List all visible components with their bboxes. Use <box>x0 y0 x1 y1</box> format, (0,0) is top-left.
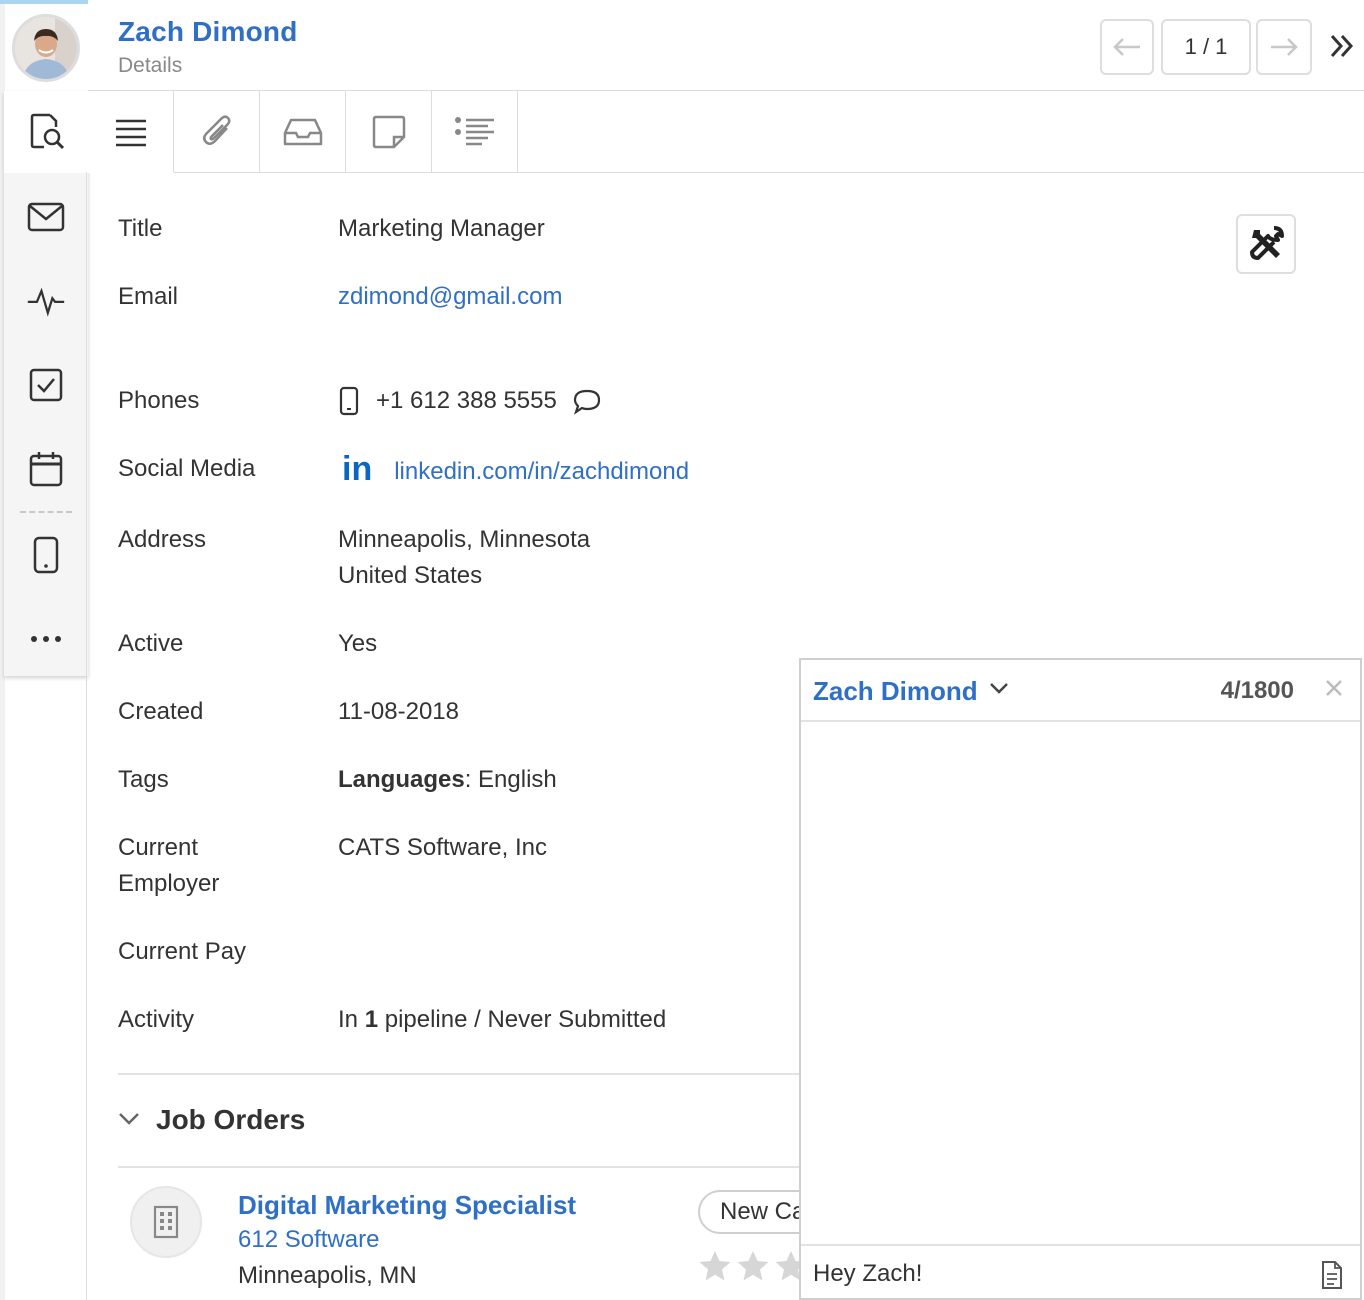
employer-label-line-2: Employer <box>118 870 220 897</box>
page-subtitle: Details <box>118 54 183 77</box>
close-popup-button[interactable] <box>1324 678 1344 698</box>
tab-details[interactable] <box>88 91 174 173</box>
bullet-list-icon <box>454 116 494 145</box>
rating-stars[interactable] <box>698 1250 808 1282</box>
close-icon <box>1326 680 1342 696</box>
mobile-phone-icon[interactable] <box>26 535 66 575</box>
next-record-button[interactable] <box>1256 19 1312 75</box>
phones-label: Phones <box>118 387 200 414</box>
calendar-icon[interactable] <box>26 449 66 489</box>
email-link[interactable]: zdimond@gmail.com <box>338 279 562 315</box>
tab-attachments[interactable] <box>174 91 260 173</box>
activity-suffix: pipeline / Never Submitted <box>378 1006 667 1033</box>
email-label: Email <box>118 283 179 310</box>
phone-number[interactable]: +1 612 388 5555 <box>376 383 557 419</box>
tab-notes[interactable] <box>346 91 432 173</box>
employer-label-line-1: Current <box>118 834 199 861</box>
rail-divider <box>20 511 72 513</box>
active-value: Yes <box>338 630 378 657</box>
avatar-photo-icon <box>15 17 77 79</box>
top-accent-strip <box>0 0 88 4</box>
envelope-icon[interactable] <box>26 197 66 237</box>
list-lines-icon <box>115 119 146 146</box>
paperclip-icon <box>202 114 231 145</box>
job-order-company-link[interactable]: 612 Software <box>238 1226 379 1254</box>
title-value: Marketing Manager <box>338 215 545 242</box>
tag-key: Languages <box>338 766 465 793</box>
inbox-tray-icon <box>283 118 322 145</box>
left-rail <box>4 91 88 676</box>
star-icon[interactable] <box>698 1250 732 1282</box>
activity-prefix: In <box>338 1006 365 1033</box>
address-label: Address <box>118 526 207 553</box>
sticky-note-icon <box>372 115 405 148</box>
template-button[interactable] <box>1320 1260 1344 1290</box>
detail-tabs <box>88 91 518 173</box>
previous-record-button[interactable] <box>1100 19 1154 75</box>
record-header: Zach Dimond Details 1 / 1 <box>12 0 1364 91</box>
address-line-1: Minneapolis, Minnesota <box>338 526 591 553</box>
pipeline-count: 1 <box>364 1006 379 1033</box>
message-input[interactable]: Hey Zach! <box>813 1260 922 1288</box>
section-divider <box>118 1073 800 1075</box>
job-order-company-avatar <box>130 1186 202 1258</box>
building-icon <box>153 1205 179 1239</box>
active-label: Active <box>118 630 184 657</box>
tags-label: Tags <box>118 766 169 793</box>
tools-button[interactable] <box>1236 214 1296 274</box>
message-input-bar: Hey Zach! <box>801 1244 1360 1298</box>
tab-inbox[interactable] <box>260 91 346 173</box>
job-order-location: Minneapolis, MN <box>238 1262 417 1289</box>
phone-row: +1 612 388 5555 <box>338 383 603 419</box>
wrench-screwdriver-icon <box>1250 226 1284 260</box>
social-media-label: Social Media <box>118 455 256 482</box>
avatar[interactable] <box>12 14 80 82</box>
rail-item-details[interactable] <box>4 91 88 173</box>
arrow-left-icon <box>1113 38 1140 56</box>
tags-value: Languages: English <box>338 762 557 798</box>
arrow-right-icon <box>1271 38 1298 56</box>
star-icon[interactable] <box>736 1250 770 1282</box>
tab-pipelines[interactable] <box>432 91 518 173</box>
social-media-row: in linkedin.com/in/zachdimond <box>338 448 689 490</box>
more-options-icon[interactable] <box>26 619 66 659</box>
tabs-baseline <box>516 172 1364 173</box>
chevron-down-icon <box>990 683 1008 694</box>
created-value: 11-08-2018 <box>338 698 459 725</box>
sms-compose-popup: Zach Dimond 4/1800 Hey Zach! <box>799 658 1362 1300</box>
activity-value: In 1 pipeline / Never Submitted <box>338 1002 666 1038</box>
section-divider <box>118 1166 800 1168</box>
linkedin-link[interactable]: linkedin.com/in/zachdimond <box>394 454 689 490</box>
sms-compose-header: Zach Dimond 4/1800 <box>801 660 1360 722</box>
collapse-job-orders-button[interactable] <box>118 1112 140 1126</box>
record-pager: 1 / 1 <box>1161 19 1251 75</box>
linkedin-icon: in <box>342 450 373 488</box>
address-line-2: United States <box>338 562 483 589</box>
tag-value: : English <box>464 766 557 793</box>
recipient-selector[interactable]: Zach Dimond <box>813 676 978 707</box>
collapse-panel-button[interactable] <box>1326 30 1358 62</box>
chevron-down-icon <box>119 1113 139 1125</box>
title-label: Title <box>118 215 163 242</box>
created-label: Created <box>118 698 204 725</box>
checkbox-task-icon[interactable] <box>26 365 66 405</box>
current-pay-label: Current Pay <box>118 938 247 965</box>
employer-value: CATS Software, Inc <box>338 834 547 861</box>
job-orders-title: Job Orders <box>156 1104 306 1135</box>
sms-bubble-icon[interactable] <box>571 387 603 415</box>
job-order-title-link[interactable]: Digital Marketing Specialist <box>238 1190 576 1221</box>
record-pager-count: 1 / 1 <box>1184 34 1228 59</box>
document-search-icon <box>26 111 66 151</box>
activity-pulse-icon[interactable] <box>26 281 66 321</box>
recipient-dropdown-button[interactable] <box>989 682 1009 696</box>
content-left-border <box>86 172 87 1300</box>
mobile-phone-icon <box>339 386 359 416</box>
page-title[interactable]: Zach Dimond <box>118 16 298 48</box>
character-count: 4/1800 <box>1220 677 1294 704</box>
double-chevron-right-icon <box>1330 34 1354 58</box>
activity-label: Activity <box>118 1006 195 1033</box>
document-icon <box>1322 1261 1342 1289</box>
